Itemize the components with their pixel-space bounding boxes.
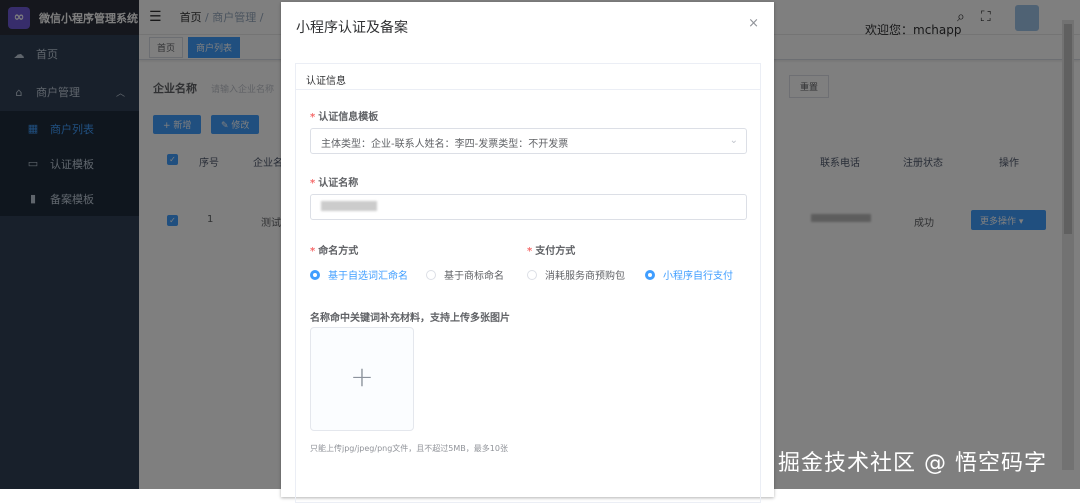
redacted-value — [321, 201, 377, 211]
radio-pay-self[interactable]: 小程序自行支付 — [645, 267, 733, 282]
dialog-title: 小程序认证及备案 — [296, 20, 408, 36]
radio-label: 消耗服务商预购包 — [545, 271, 625, 282]
pay-label: * 支付方式 — [527, 246, 576, 257]
radio-label: 基于自选词汇命名 — [328, 271, 408, 282]
naming-label: * 命名方式 — [310, 246, 359, 257]
radio-pay-prepaid[interactable]: 消耗服务商预购包 — [527, 267, 625, 282]
watermark: 掘金技术社区 @ 悟空码字 — [778, 451, 1047, 476]
cert-dialog: 小程序认证及备案 × 认证信息 * 认证信息模板 主体类型：企业-联系人姓名：李四… — [281, 2, 774, 503]
cert-name-input[interactable] — [310, 194, 747, 220]
plus-icon: + — [350, 360, 374, 393]
upload-button[interactable]: + — [310, 327, 414, 431]
select-value: 主体类型：企业-联系人姓名：李四-发票类型：不开发票 — [321, 139, 569, 150]
label-text: 认证信息模板 — [318, 112, 379, 123]
upload-label: 名称命中关键词补充材料，支持上传多张图片 — [310, 313, 510, 324]
label-text: 命名方式 — [318, 246, 359, 257]
radio-naming-custom[interactable]: 基于自选词汇命名 — [310, 267, 408, 282]
label-text: 支付方式 — [535, 246, 576, 257]
name-label: * 认证名称 — [310, 178, 359, 189]
close-icon[interactable]: × — [748, 16, 759, 31]
upload-hint: 只能上传jpg/jpeg/png文件，且不超过5MB，最多10张 — [310, 444, 508, 453]
radio-naming-trademark[interactable]: 基于商标命名 — [426, 267, 504, 282]
label-text: 认证名称 — [318, 178, 359, 189]
tab-cert-info[interactable]: 认证信息 — [296, 64, 760, 90]
template-select[interactable]: 主体类型：企业-联系人姓名：李四-发票类型：不开发票 ⌄ — [310, 128, 747, 154]
radio-label: 小程序自行支付 — [663, 271, 733, 282]
radio-label: 基于商标命名 — [444, 271, 504, 282]
chevron-down-icon: ⌄ — [729, 135, 738, 146]
template-label: * 认证信息模板 — [310, 112, 379, 123]
